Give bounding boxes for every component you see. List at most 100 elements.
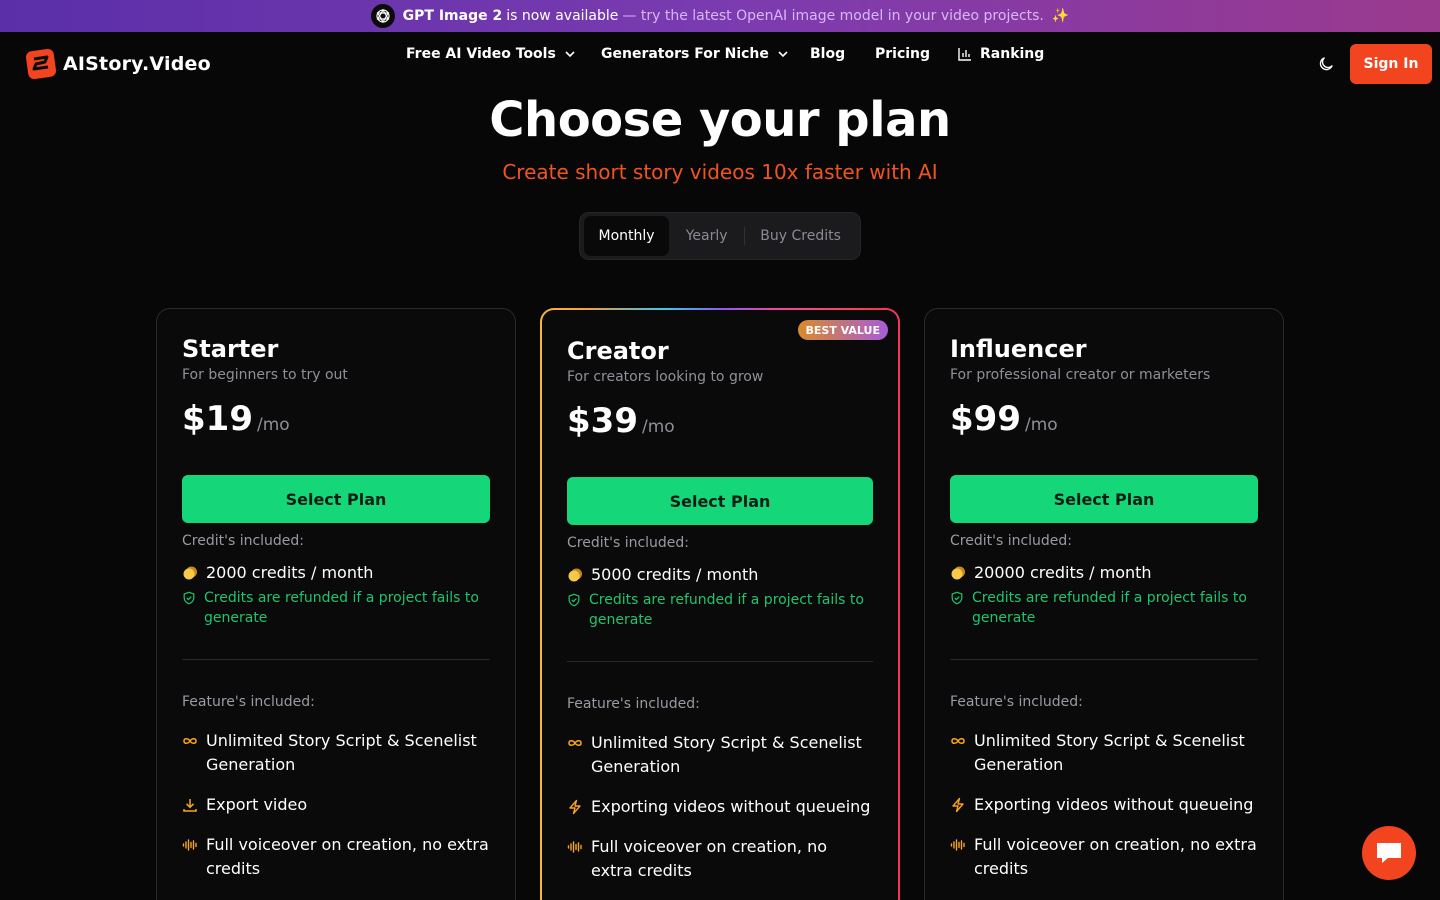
credits-amount: 5000 credits / month [591, 565, 759, 584]
plan-name: Creator [567, 337, 669, 365]
feature-text: Full voiceover on creation, no extra cre… [206, 835, 489, 878]
credits-label: Credit's included: [567, 535, 690, 551]
feature-item: Exporting videos without queueing [567, 795, 873, 819]
nav-label: Pricing [875, 46, 931, 62]
chat-bubble-icon [1377, 843, 1401, 863]
feature-text: Unlimited Story Script & Scenelist Gener… [591, 733, 862, 776]
plan-name: Influencer [950, 335, 1087, 363]
card-glow [582, 308, 862, 310]
refund-note: Credits are refunded if a project fails … [204, 590, 479, 626]
lightning-icon [567, 799, 583, 815]
moon-icon [1319, 57, 1333, 71]
banner-highlight: GPT Image 2 [402, 8, 503, 24]
feature-item: Export video [182, 793, 490, 817]
waveform-icon [182, 837, 198, 853]
credits-amount: 20000 credits / month [974, 563, 1152, 582]
sign-in-button[interactable]: Sign In [1350, 44, 1432, 84]
refund-row: Credits are refunded if a project fails … [567, 590, 873, 630]
credits-row: 2000 credits / month [182, 562, 490, 584]
infinity-icon [950, 733, 966, 749]
brand-name: AIStory.Video [63, 53, 211, 75]
brand-logo-link[interactable]: AIStory.Video [25, 48, 211, 80]
credits-amount: 2000 credits / month [206, 563, 374, 582]
divider [950, 659, 1258, 660]
coin-icon [950, 565, 966, 581]
feature-text: Exporting videos without queueing [974, 795, 1254, 814]
refund-row: Credits are refunded if a project fails … [950, 588, 1258, 628]
nav-label: Blog [810, 46, 846, 62]
shield-check-icon [567, 593, 581, 607]
waveform-icon [567, 839, 583, 855]
feature-item: Unlimited Story Script & Scenelist Gener… [567, 731, 873, 779]
plan-header: Starter For beginners to try out $19 /mo [182, 335, 490, 439]
page-subtitle: Create short story videos 10x faster wit… [502, 160, 938, 184]
bar-chart-icon [958, 48, 971, 61]
price-row: $39 /mo [567, 401, 873, 441]
refund-note: Credits are refunded if a project fails … [972, 590, 1247, 626]
price-period: /mo [256, 415, 290, 435]
infinity-icon [182, 733, 198, 749]
credits-label: Credit's included: [182, 533, 305, 549]
select-plan-button[interactable]: Select Plan [567, 477, 873, 525]
feature-text: Unlimited Story Script & Scenelist Gener… [206, 731, 477, 774]
nav-generators-for-niche[interactable]: Generators For Niche [601, 46, 789, 62]
coin-icon [182, 565, 198, 581]
plan-name: Starter [182, 335, 279, 363]
price-row: $99 /mo [950, 399, 1258, 439]
plan-header: Creator For creators looking to grow $39… [567, 337, 873, 441]
infinity-icon [567, 735, 583, 751]
refund-note: Credits are refunded if a project fails … [589, 592, 864, 628]
plan-card-influencer: Influencer For professional creator or m… [924, 308, 1284, 900]
feature-item: Full voiceover on creation, no extra cre… [950, 833, 1258, 881]
coin-icon [567, 567, 583, 583]
feature-text: Full voiceover on creation, no extra cre… [591, 837, 827, 880]
billing-toggle: Monthly Yearly Buy Credits [579, 212, 861, 260]
nav-blog[interactable]: Blog [810, 46, 845, 62]
feature-text: Full voiceover on creation, no extra cre… [974, 835, 1257, 878]
nav-pricing[interactable]: Pricing [875, 46, 930, 62]
features-label: Feature's included: [182, 694, 315, 710]
feature-item: Unlimited Story Script & Scenelist Gener… [182, 729, 490, 777]
announcement-banner[interactable]: GPT Image 2 is now available — try the l… [0, 0, 1440, 32]
nav-label: Ranking [980, 46, 1045, 62]
price-period: /mo [1024, 415, 1058, 435]
features-label: Feature's included: [950, 694, 1083, 710]
tab-monthly[interactable]: Monthly [584, 216, 670, 256]
feature-item: Full voiceover on creation, no extra cre… [182, 833, 490, 881]
price-row: $19 /mo [182, 399, 490, 439]
nav-free-ai-video-tools[interactable]: Free AI Video Tools [406, 46, 576, 62]
banner-text: is now available [506, 8, 619, 24]
tab-buy-credits[interactable]: Buy Credits [745, 216, 856, 256]
feature-item: Full voiceover on creation, no extra cre… [567, 835, 873, 883]
features-label: Feature's included: [567, 696, 700, 712]
plan-card-creator: BEST VALUE Creator For creators looking … [540, 308, 900, 900]
plan-description: For beginners to try out [182, 367, 348, 383]
divider [567, 661, 873, 662]
download-icon [182, 797, 198, 813]
credits-row: 5000 credits / month [567, 564, 873, 586]
plan-card-starter: Starter For beginners to try out $19 /mo… [156, 308, 516, 900]
credits-label: Credit's included: [950, 533, 1073, 549]
refund-row: Credits are refunded if a project fails … [182, 588, 490, 628]
openai-logo-icon [370, 4, 395, 28]
select-plan-button[interactable]: Select Plan [182, 475, 490, 523]
feature-text: Exporting videos without queueing [591, 797, 871, 816]
shield-check-icon [950, 591, 964, 605]
nav-ranking[interactable]: Ranking [958, 46, 1044, 62]
nav-label: Free AI Video Tools [406, 46, 556, 62]
theme-toggle-button[interactable] [1314, 52, 1338, 76]
brand-logo-icon [25, 48, 57, 80]
feature-item: Exporting videos without queueing [950, 793, 1258, 817]
plan-price: $39 [567, 401, 638, 441]
divider [182, 659, 490, 660]
plan-price: $19 [182, 399, 253, 439]
waveform-icon [950, 837, 966, 853]
feature-item: Unlimited Story Script & Scenelist Gener… [950, 729, 1258, 777]
select-plan-button[interactable]: Select Plan [950, 475, 1258, 523]
shield-check-icon [182, 591, 196, 605]
price-period: /mo [641, 417, 675, 437]
feature-text: Unlimited Story Script & Scenelist Gener… [974, 731, 1245, 774]
plan-description: For creators looking to grow [567, 369, 764, 385]
chat-launcher-button[interactable] [1362, 826, 1416, 880]
tab-yearly[interactable]: Yearly [669, 216, 744, 256]
